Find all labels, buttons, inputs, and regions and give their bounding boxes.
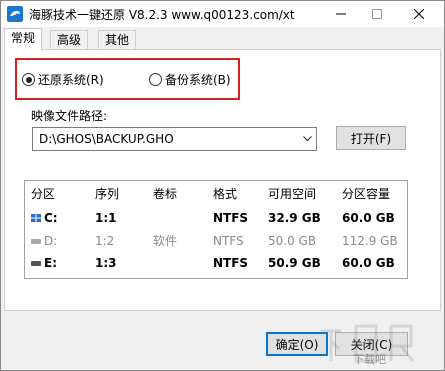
image-path-combobox[interactable]: D:\GHOS\BACKUP.GHO: [32, 127, 317, 151]
drive-cell: E:: [31, 253, 57, 274]
table-header: 分区 序列 卷标 格式 可用空间 分区容量: [25, 184, 407, 205]
free-cell: 50.9 GB: [268, 256, 321, 270]
tab-advanced[interactable]: 高级: [50, 30, 89, 50]
format-cell: NTFS: [213, 211, 249, 225]
column-header: 分区容量: [342, 187, 391, 201]
maximize-button[interactable]: [359, 1, 395, 27]
column-header: 可用空间: [268, 187, 317, 201]
radio-checked-icon: [22, 73, 35, 86]
minimize-button[interactable]: [323, 1, 359, 27]
chevron-down-icon[interactable]: [298, 128, 316, 150]
close-icon: [414, 9, 424, 19]
size-cell: 60.0 GB: [342, 211, 395, 225]
app-window: 海豚技术一键还原 V8.2.3 www.q00123.com/xt 常规 高级 …: [0, 0, 445, 371]
image-path-value: D:\GHOS\BACKUP.GHO: [39, 132, 174, 146]
size-cell: 112.9 GB: [342, 234, 398, 248]
label-cell: 软件: [153, 234, 178, 248]
partition-table: 分区 序列 卷标 格式 可用空间 分区容量 C: 1:1 NTFS 32.9 G…: [24, 180, 408, 279]
restore-label: 还原系统(R): [38, 73, 104, 87]
drive-letter: E:: [44, 256, 57, 270]
table-row[interactable]: E: 1:3 NTFS 50.9 GB 60.0 GB: [25, 253, 407, 274]
tab-other[interactable]: 其他: [98, 30, 137, 50]
drive-cell: C:: [31, 208, 58, 229]
table-row[interactable]: D: 1:2 软件 NTFS 50.0 GB 112.9 GB: [25, 231, 407, 252]
free-cell: 32.9 GB: [268, 211, 321, 225]
image-path-label: 映像文件路径:: [31, 109, 108, 123]
free-cell: 50.0 GB: [268, 234, 317, 248]
column-header: 格式: [213, 187, 238, 201]
seq-cell: 1:2: [95, 234, 115, 248]
restore-radio[interactable]: 还原系统(R): [22, 71, 104, 88]
radio-unchecked-icon: [149, 73, 162, 86]
size-cell: 60.0 GB: [342, 256, 395, 270]
backup-label: 备份系统(B): [165, 73, 231, 87]
drive-letter: D:: [44, 234, 58, 248]
open-button[interactable]: 打开(F): [336, 126, 406, 150]
watermark-text: 下载吧: [353, 353, 386, 366]
format-cell: NTFS: [213, 256, 249, 270]
backup-radio[interactable]: 备份系统(B): [149, 71, 231, 88]
tab-bar: 常规 高级 其他: [1, 27, 444, 51]
column-header: 序列: [95, 187, 120, 201]
close-window-button[interactable]: [401, 1, 437, 27]
window-title: 海豚技术一键还原 V8.2.3 www.q00123.com/xt: [29, 8, 295, 22]
tab-general[interactable]: 常规: [4, 28, 43, 51]
drive-cell: D:: [31, 231, 57, 252]
drive-icon: [31, 238, 41, 244]
table-row[interactable]: C: 1:1 NTFS 32.9 GB 60.0 GB: [25, 208, 407, 229]
minimize-icon: [336, 13, 346, 15]
format-cell: NTFS: [213, 234, 244, 248]
dolphin-app-icon: [7, 6, 23, 22]
seq-cell: 1:3: [95, 256, 117, 270]
column-header: 分区: [31, 187, 56, 201]
maximize-icon: [372, 9, 382, 19]
drive-icon: [31, 260, 41, 266]
drive-letter: C:: [44, 211, 58, 225]
column-header: 卷标: [153, 187, 178, 201]
windows-drive-icon: [31, 213, 41, 222]
title-bar[interactable]: 海豚技术一键还原 V8.2.3 www.q00123.com/xt: [1, 1, 444, 27]
seq-cell: 1:1: [95, 211, 117, 225]
